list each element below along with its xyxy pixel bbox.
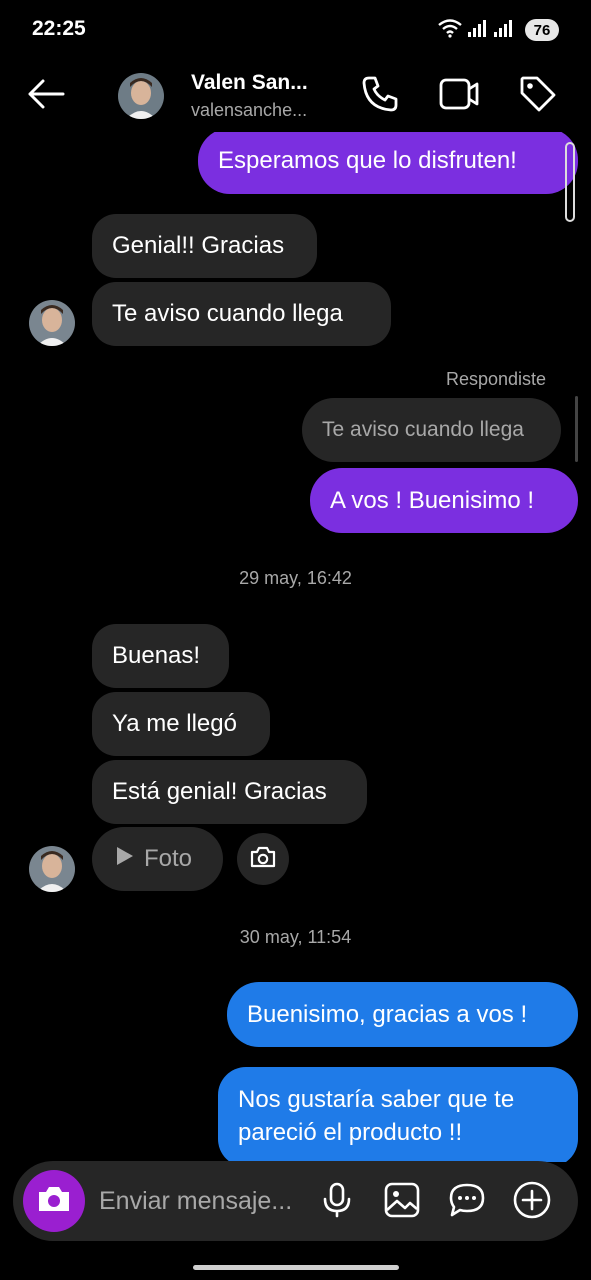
scroll-thumb[interactable] bbox=[565, 142, 575, 222]
message-text-line: pareció el producto !! bbox=[238, 1119, 463, 1146]
tag-button[interactable] bbox=[516, 74, 560, 118]
contact-username[interactable]: valensanche... bbox=[191, 100, 321, 121]
sender-avatar[interactable] bbox=[29, 300, 75, 346]
message-input[interactable] bbox=[99, 1183, 309, 1219]
message-text: Ya me llegó bbox=[112, 710, 237, 737]
audio-call-button[interactable] bbox=[358, 74, 402, 118]
timestamp: 30 may, 11:54 bbox=[239, 927, 352, 947]
sender-avatar[interactable] bbox=[29, 846, 75, 892]
home-indicator[interactable] bbox=[193, 1265, 399, 1270]
battery-badge: 76 bbox=[525, 19, 559, 41]
message-composer bbox=[13, 1161, 578, 1241]
plus-icon bbox=[513, 1181, 551, 1224]
quoted-message[interactable]: Te aviso cuando llega bbox=[302, 398, 561, 462]
quoted-text: Te aviso cuando llega bbox=[322, 418, 524, 441]
message-text: Esperamos que lo disfruten! bbox=[218, 147, 517, 174]
reply-label: Respondiste bbox=[446, 369, 547, 389]
message-text: Buenas! bbox=[112, 642, 201, 669]
camera-button[interactable] bbox=[23, 1170, 85, 1232]
play-icon bbox=[116, 845, 134, 873]
camera-icon bbox=[250, 846, 276, 873]
video-icon bbox=[438, 76, 480, 117]
timestamp: 29 may, 16:42 bbox=[239, 568, 352, 588]
message-thread[interactable]: Esperamos que lo disfruten! Genial!! Gra… bbox=[0, 132, 591, 1162]
camera-reply-button[interactable] bbox=[237, 833, 289, 885]
wifi-icon bbox=[437, 18, 463, 43]
contact-avatar[interactable] bbox=[118, 73, 164, 119]
message-text: Está genial! Gracias bbox=[112, 778, 327, 805]
message-text-line: Nos gustaría saber que te bbox=[238, 1086, 515, 1113]
message-incoming[interactable]: Buenas! bbox=[92, 624, 229, 688]
signal-icon bbox=[467, 18, 489, 43]
video-call-button[interactable] bbox=[437, 74, 481, 118]
sticker-icon bbox=[448, 1182, 486, 1223]
camera-icon bbox=[37, 1185, 71, 1218]
back-button[interactable] bbox=[22, 74, 70, 118]
message-text: Genial!! Gracias bbox=[112, 232, 285, 259]
status-icons: 76 bbox=[437, 18, 559, 42]
photo-message[interactable]: Foto bbox=[92, 827, 223, 891]
more-button[interactable] bbox=[511, 1181, 553, 1223]
message-incoming[interactable]: Te aviso cuando llega bbox=[92, 282, 391, 346]
phone-icon bbox=[360, 74, 400, 119]
message-outgoing[interactable]: A vos ! Buenisimo ! bbox=[310, 468, 578, 533]
message-text: Te aviso cuando llega bbox=[112, 300, 343, 327]
back-arrow-icon bbox=[26, 79, 66, 114]
contact-name[interactable]: Valen San... bbox=[191, 71, 321, 95]
sticker-button[interactable] bbox=[446, 1181, 488, 1223]
message-text: A vos ! Buenisimo ! bbox=[330, 486, 535, 514]
signal-icon-2 bbox=[493, 18, 515, 43]
gallery-button[interactable] bbox=[381, 1181, 423, 1223]
gallery-icon bbox=[384, 1182, 420, 1223]
microphone-button[interactable] bbox=[316, 1181, 358, 1223]
photo-label: Foto bbox=[144, 845, 193, 872]
message-outgoing[interactable]: Buenisimo, gracias a vos ! bbox=[227, 982, 578, 1047]
message-incoming[interactable]: Genial!! Gracias bbox=[92, 214, 317, 278]
reply-indicator bbox=[575, 396, 578, 462]
microphone-icon bbox=[322, 1182, 352, 1223]
message-incoming[interactable]: Ya me llegó bbox=[92, 692, 270, 756]
status-time: 22:25 bbox=[32, 17, 86, 40]
message-incoming[interactable]: Está genial! Gracias bbox=[92, 760, 367, 824]
chat-header: Valen San... valensanche... bbox=[0, 62, 591, 132]
message-outgoing[interactable]: Esperamos que lo disfruten! bbox=[198, 132, 578, 194]
message-text: Buenisimo, gracias a vos ! bbox=[247, 1000, 528, 1028]
status-bar: 22:25 76 bbox=[0, 0, 591, 60]
message-outgoing[interactable]: Nos gustaría saber que te pareció el pro… bbox=[218, 1067, 578, 1162]
tag-icon bbox=[518, 74, 558, 119]
